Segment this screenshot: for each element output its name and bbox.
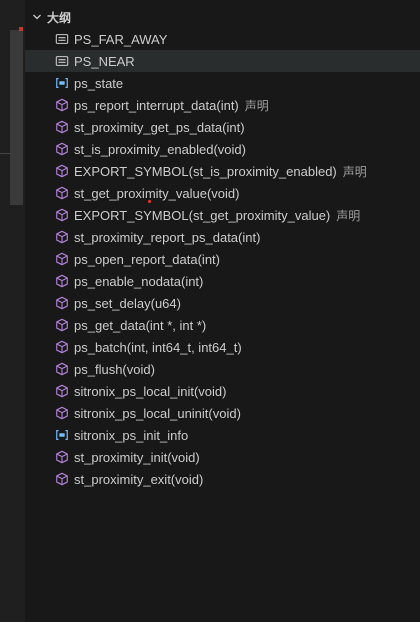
chevron-down-icon[interactable] <box>30 10 44 24</box>
outline-item-label: ps_flush(void) <box>74 361 155 377</box>
editor-area-edge <box>0 0 25 622</box>
outline-item-label: ps_state <box>74 75 124 91</box>
outline-header[interactable]: 大纲 <box>25 6 420 28</box>
outline-item-label: ps_report_interrupt_data(int) <box>74 97 239 113</box>
outline-item-label: ps_enable_nodata(int) <box>74 273 204 289</box>
outline-item[interactable]: sitronix_ps_init_info <box>25 424 420 446</box>
outline-item-description: 声明 <box>244 98 269 113</box>
outline-item-label: st_get_proximity_value(void) <box>74 185 240 201</box>
outline-item-label: st_proximity_init(void) <box>74 449 200 465</box>
method-icon <box>54 119 70 135</box>
method-icon <box>54 251 70 267</box>
outline-item-label: st_proximity_report_ps_data(int) <box>74 229 261 245</box>
outline-item[interactable]: ps_state <box>25 72 420 94</box>
outline-tree: PS_FAR_AWAY PS_NEAR ps_state ps_report_inte… <box>25 28 420 490</box>
method-icon <box>54 339 70 355</box>
editor-scrollbar-thumb[interactable] <box>10 30 23 205</box>
method-icon <box>54 449 70 465</box>
outline-item[interactable]: ps_get_data(int *, int *) <box>25 314 420 336</box>
method-icon <box>54 185 70 201</box>
method-icon <box>54 163 70 179</box>
method-icon <box>54 97 70 113</box>
outline-title: 大纲 <box>47 10 72 25</box>
outline-item-label: st_is_proximity_enabled(void) <box>74 141 246 157</box>
outline-item-label: ps_batch(int, int64_t, int64_t) <box>74 339 242 355</box>
outline-item[interactable]: st_proximity_get_ps_data(int) <box>25 116 420 138</box>
outline-item-description: 声明 <box>342 164 367 179</box>
method-icon <box>54 317 70 333</box>
outline-item[interactable]: ps_batch(int, int64_t, int64_t) <box>25 336 420 358</box>
outline-item[interactable]: st_proximity_exit(void) <box>25 468 420 490</box>
outline-item-label: EXPORT_SYMBOL(st_is_proximity_enabled) <box>74 163 337 179</box>
method-icon <box>54 405 70 421</box>
outline-item[interactable]: PS_FAR_AWAY <box>25 28 420 50</box>
outline-item[interactable]: sitronix_ps_local_uninit(void) <box>25 402 420 424</box>
outline-panel: 大纲 PS_FAR_AWAY PS_NEAR ps_state ps_report_i… <box>25 0 420 622</box>
outline-item-label: ps_get_data(int *, int *) <box>74 317 207 333</box>
outline-item-label: sitronix_ps_local_uninit(void) <box>74 405 241 421</box>
editor-modified-marker <box>19 27 23 31</box>
outline-item[interactable]: st_get_proximity_value(void) <box>25 182 420 204</box>
outline-item-description: 声明 <box>336 208 361 223</box>
editor-line-marker <box>0 153 10 154</box>
method-icon <box>54 273 70 289</box>
mouse-cursor-marker <box>148 200 151 203</box>
method-icon <box>54 471 70 487</box>
outline-item-label: sitronix_ps_init_info <box>74 427 189 443</box>
variable-icon <box>54 75 70 91</box>
outline-item-label: ps_set_delay(u64) <box>74 295 181 311</box>
outline-item[interactable]: ps_report_interrupt_data(int) 声明 <box>25 94 420 116</box>
outline-item-label: sitronix_ps_local_init(void) <box>74 383 227 399</box>
outline-item[interactable]: ps_enable_nodata(int) <box>25 270 420 292</box>
outline-item[interactable]: EXPORT_SYMBOL(st_get_proximity_value) 声明 <box>25 204 420 226</box>
method-icon <box>54 295 70 311</box>
enum-member-icon <box>54 31 70 47</box>
variable-icon <box>54 427 70 443</box>
outline-item-label: EXPORT_SYMBOL(st_get_proximity_value) <box>74 207 331 223</box>
method-icon <box>54 229 70 245</box>
outline-item[interactable]: ps_open_report_data(int) <box>25 248 420 270</box>
outline-item-label: st_proximity_get_ps_data(int) <box>74 119 245 135</box>
outline-item[interactable]: EXPORT_SYMBOL(st_is_proximity_enabled) 声明 <box>25 160 420 182</box>
outline-item[interactable]: PS_NEAR <box>25 50 420 72</box>
outline-item-label: st_proximity_exit(void) <box>74 471 204 487</box>
method-icon <box>54 361 70 377</box>
outline-item[interactable]: ps_flush(void) <box>25 358 420 380</box>
outline-item[interactable]: ps_set_delay(u64) <box>25 292 420 314</box>
method-icon <box>54 207 70 223</box>
outline-item[interactable]: st_proximity_report_ps_data(int) <box>25 226 420 248</box>
outline-item[interactable]: st_proximity_init(void) <box>25 446 420 468</box>
method-icon <box>54 141 70 157</box>
outline-item-label: PS_NEAR <box>74 53 135 69</box>
outline-item[interactable]: st_is_proximity_enabled(void) <box>25 138 420 160</box>
enum-member-icon <box>54 53 70 69</box>
outline-item-label: PS_FAR_AWAY <box>74 31 168 47</box>
method-icon <box>54 383 70 399</box>
outline-item[interactable]: sitronix_ps_local_init(void) <box>25 380 420 402</box>
outline-item-label: ps_open_report_data(int) <box>74 251 220 267</box>
